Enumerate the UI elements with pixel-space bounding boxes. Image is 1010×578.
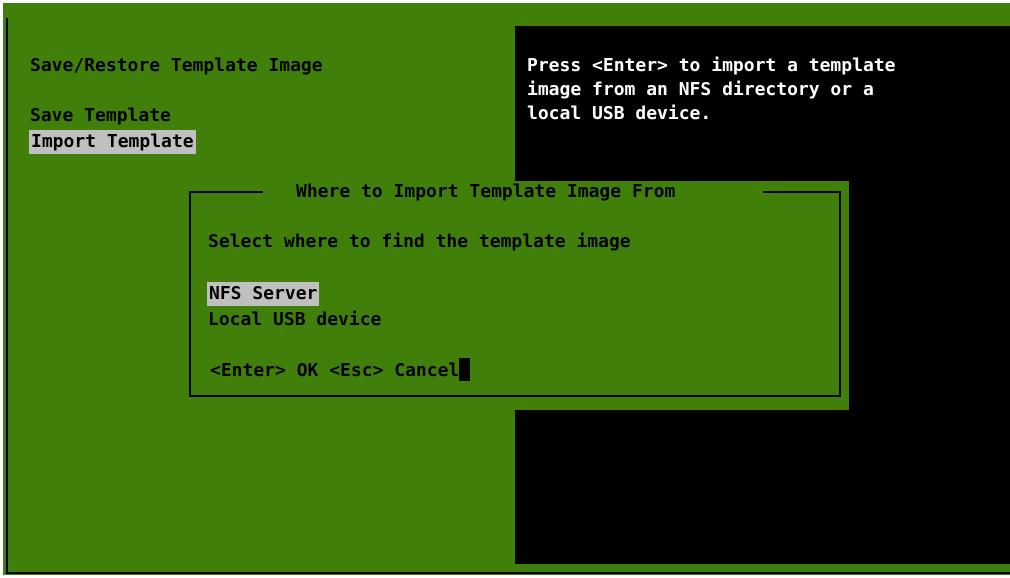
cancel-button[interactable]: <Esc> Cancel bbox=[329, 360, 459, 381]
menu-title: Save/Restore Template Image bbox=[30, 55, 323, 76]
terminal-screen: Save/Restore Template Image Save Templat… bbox=[0, 0, 1010, 578]
dialog-title: Where to Import Template Image From bbox=[296, 181, 676, 202]
dialog-buttons: <Enter> OK <Esc> Cancel bbox=[210, 358, 471, 383]
help-line: local USB device. bbox=[527, 103, 712, 124]
ok-button[interactable]: <Enter> OK bbox=[210, 360, 318, 381]
option-local-usb-device[interactable]: Local USB device bbox=[208, 308, 381, 332]
dialog-border-top-right bbox=[763, 191, 841, 193]
menu-item-save-template[interactable]: Save Template bbox=[30, 104, 171, 128]
dialog-border-top-left bbox=[189, 191, 263, 193]
dialog-prompt: Select where to find the template image bbox=[208, 231, 631, 252]
help-line: image from an NFS directory or a bbox=[527, 79, 874, 100]
text-cursor bbox=[459, 358, 471, 381]
option-nfs-server[interactable]: NFS Server bbox=[207, 282, 320, 306]
menu-item-import-template[interactable]: Import Template bbox=[29, 130, 196, 154]
help-text: Press <Enter> to import a template image… bbox=[527, 54, 895, 126]
help-line: Press <Enter> to import a template bbox=[527, 55, 896, 76]
